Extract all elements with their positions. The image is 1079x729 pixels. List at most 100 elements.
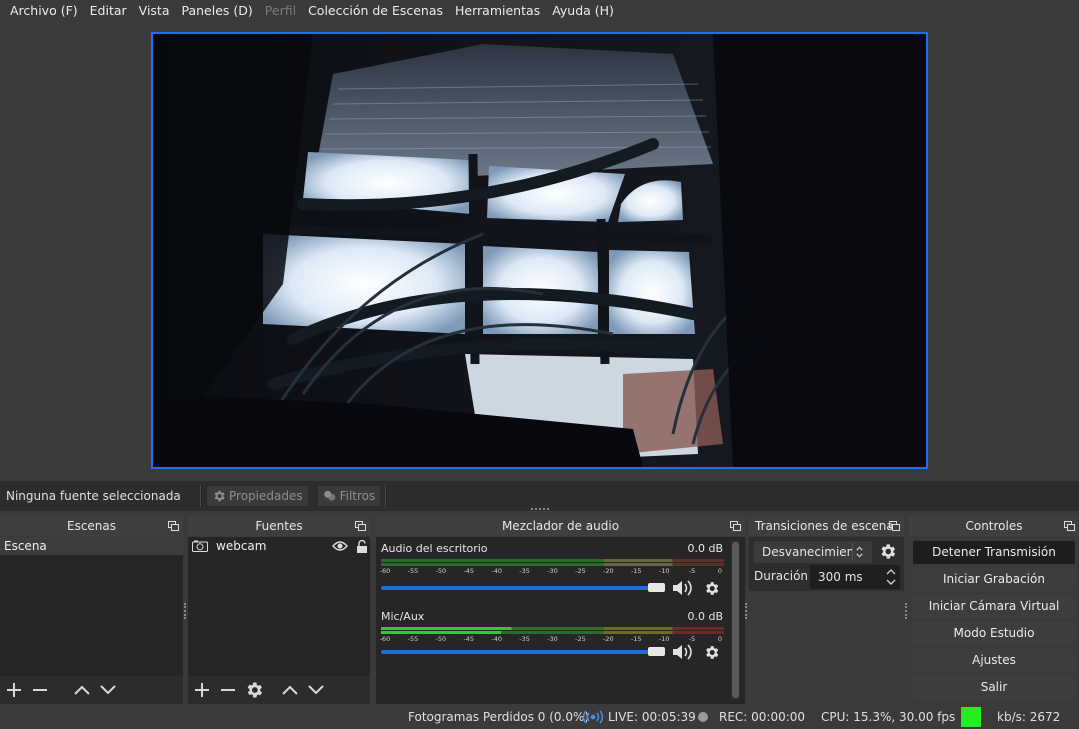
controls-dock-title: Controles [909, 517, 1079, 536]
settings-button[interactable]: Ajustes [913, 649, 1075, 672]
remove-icon[interactable] [218, 680, 238, 700]
menu-vista[interactable]: Vista [133, 0, 176, 22]
toolbar-separator [385, 485, 388, 507]
broadcast-icon [583, 710, 603, 724]
db-scale-label: -25 [575, 567, 586, 575]
add-icon[interactable] [192, 680, 212, 700]
db-scale-label: -25 [575, 635, 586, 643]
unlock-icon[interactable] [356, 539, 368, 553]
add-icon[interactable] [4, 680, 24, 700]
webcam-feed-image [153, 34, 926, 467]
menu-perfil[interactable]: Perfil [259, 0, 302, 22]
undock-icon[interactable] [355, 521, 366, 531]
gear-icon[interactable] [703, 644, 720, 661]
channel-name: Mic/Aux [381, 610, 425, 623]
db-scale-label: -35 [519, 635, 530, 643]
mixer-scrollbar[interactable] [731, 540, 740, 700]
gear-icon [214, 490, 225, 502]
filters-label: Filtros [339, 489, 376, 503]
db-scale-label: -5 [688, 635, 696, 643]
stop-streaming-button[interactable]: Detener Transmisión [913, 541, 1075, 564]
sources-dock-title: Fuentes [188, 517, 370, 536]
db-scale-label: -30 [547, 567, 558, 575]
undock-icon[interactable] [730, 521, 741, 531]
volume-slider[interactable] [381, 650, 651, 654]
undock-icon[interactable] [168, 521, 179, 531]
dropped-frames: Fotogramas Perdidos 0 (0.0%) [408, 710, 590, 724]
select-updown-icon [852, 543, 863, 561]
menu-bar: Archivo (F) Editar Vista Paneles (D) Per… [0, 0, 1079, 22]
undock-icon[interactable] [889, 521, 900, 531]
move-up-icon[interactable] [280, 680, 300, 700]
db-scale-label: -60 [379, 567, 391, 575]
db-scale-label: -15 [630, 567, 642, 575]
dock-resize-handle[interactable] [905, 603, 908, 619]
spin-arrows-icon[interactable] [884, 566, 898, 588]
duration-label: Duración [754, 569, 809, 583]
duration-spinbox[interactable]: 300 ms [810, 565, 900, 589]
menu-herramientas[interactable]: Herramientas [449, 0, 546, 22]
scenes-dock-title: Escenas [0, 517, 183, 536]
source-item[interactable]: webcam [188, 537, 370, 555]
gear-icon[interactable] [703, 580, 720, 597]
properties-button[interactable]: Propiedades [206, 485, 309, 507]
db-scale-label: -40 [491, 567, 502, 575]
menu-ayuda[interactable]: Ayuda (H) [546, 0, 620, 22]
live-timer: LIVE: 00:05:39 [608, 710, 696, 724]
transition-select[interactable]: Desvanecimiento [754, 541, 872, 563]
sources-list[interactable]: webcam [188, 537, 370, 676]
start-recording-button[interactable]: Iniciar Grabación [913, 568, 1075, 591]
camera-icon [192, 540, 208, 552]
stream-health-indicator [961, 707, 981, 727]
db-scale-label: -50 [435, 567, 447, 575]
speaker-icon[interactable] [672, 643, 694, 661]
sources-footer [188, 676, 370, 704]
db-scale-label: -55 [407, 635, 419, 643]
rec-timer: REC: 00:00:00 [719, 710, 806, 724]
transition-select-value: Desvanecimiento [762, 545, 852, 559]
db-scale-label: -20 [603, 567, 614, 575]
move-up-icon[interactable] [72, 680, 92, 700]
dock-resize-handle[interactable] [745, 603, 748, 619]
preview-canvas[interactable] [151, 32, 928, 469]
db-scale-label: 0 [717, 567, 723, 575]
db-scale-label: -10 [658, 567, 670, 575]
duration-value: 300 ms [818, 570, 863, 584]
speaker-icon[interactable] [672, 579, 694, 597]
volume-slider-handle[interactable] [648, 583, 665, 592]
scenes-list[interactable]: Escena [0, 537, 183, 676]
menu-editar[interactable]: Editar [84, 0, 133, 22]
db-scale: -60 -55 -50 -45 -40 -35 -30 -25 -20 -15 -10 -5 0 [379, 567, 724, 576]
db-scale-label: -5 [688, 567, 696, 575]
exit-button[interactable]: Salir [913, 676, 1075, 699]
menu-coleccion-escenas[interactable]: Colección de Escenas [302, 0, 449, 22]
dock-resize-handle[interactable] [184, 603, 187, 619]
db-scale-label: -10 [658, 635, 670, 643]
gear-icon[interactable] [878, 542, 897, 561]
db-scale-label: -50 [435, 635, 447, 643]
filters-button[interactable]: Filtros [316, 485, 382, 507]
remove-icon[interactable] [30, 680, 50, 700]
source-name: webcam [216, 539, 267, 553]
move-down-icon[interactable] [306, 680, 326, 700]
level-meter [381, 563, 724, 566]
dock-resize-handle[interactable] [531, 508, 549, 514]
scene-item[interactable]: Escena [0, 537, 183, 555]
channel-name: Audio del escritorio [381, 542, 488, 555]
volume-slider[interactable] [381, 586, 651, 590]
sources-title: Fuentes [255, 519, 303, 533]
db-scale-label: -45 [463, 567, 475, 575]
move-down-icon[interactable] [98, 680, 118, 700]
undock-icon[interactable] [1064, 521, 1075, 531]
start-virtual-camera-button[interactable]: Iniciar Cámara Virtual [913, 595, 1075, 618]
toolbar-separator [200, 485, 202, 507]
menu-archivo[interactable]: Archivo (F) [4, 0, 84, 22]
studio-mode-button[interactable]: Modo Estudio [913, 622, 1075, 645]
gear-icon[interactable] [244, 680, 264, 700]
transitions-title: Transiciones de escena [755, 519, 894, 533]
volume-slider-handle[interactable] [648, 647, 665, 656]
db-scale-label: -15 [630, 635, 642, 643]
eye-icon[interactable] [332, 540, 348, 552]
filter-icon [323, 490, 335, 501]
menu-paneles[interactable]: Paneles (D) [176, 0, 259, 22]
